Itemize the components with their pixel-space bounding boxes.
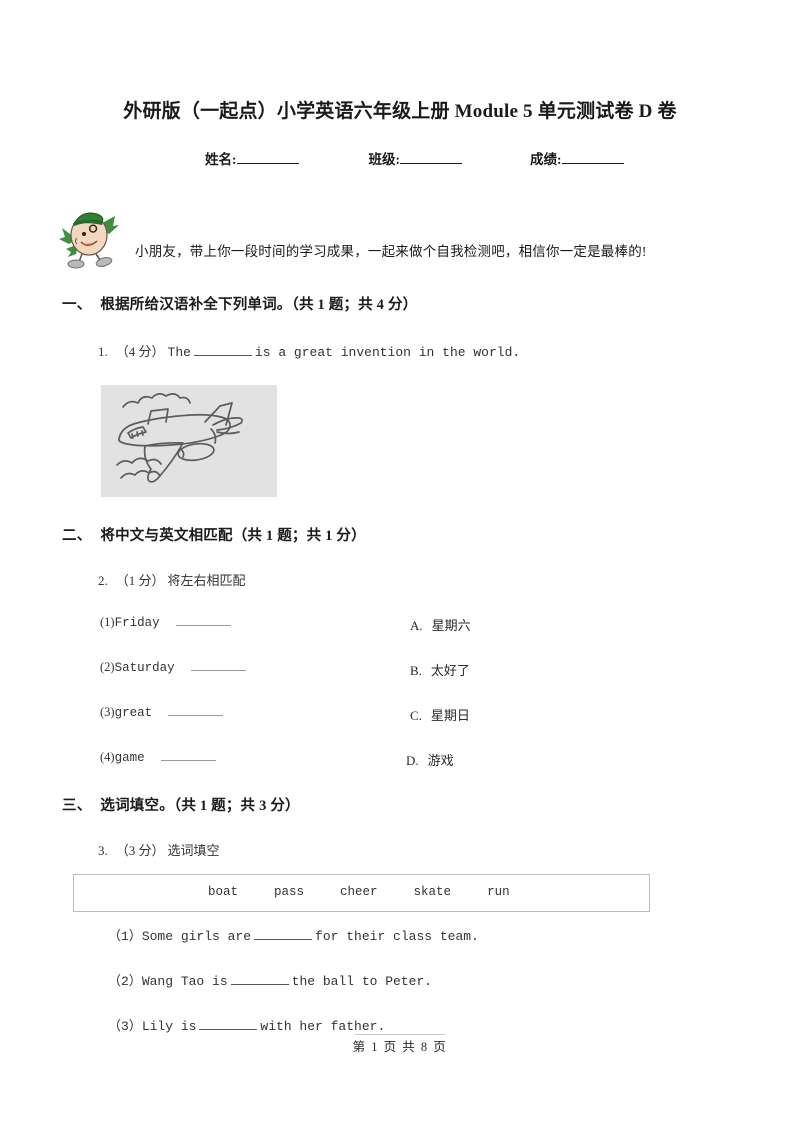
question-2-score: （1 分） — [115, 573, 165, 588]
fill-after-3: with her father. — [260, 1019, 386, 1034]
match-right-item-4: D. 游戏 — [406, 750, 454, 769]
name-blank[interactable] — [236, 150, 299, 164]
question-1-text-after: is a great invention in the world. — [254, 345, 521, 360]
score-field[interactable]: 成绩: — [530, 148, 624, 168]
match-left-index-4: (4) — [100, 750, 115, 764]
fill-before-3: Lily is — [141, 1019, 197, 1034]
match-right-letter-4: D. — [406, 753, 419, 768]
match-blank-1[interactable] — [175, 615, 231, 626]
word-bank-item-2: pass — [274, 885, 305, 899]
word-bank-list: boat pass cheer skate run — [208, 885, 510, 899]
fill-before-2: Wang Tao is — [141, 974, 228, 989]
word-bank-item-4: skate — [413, 885, 452, 899]
fill-index-2: （2） — [108, 974, 142, 989]
egg-mascot-icon — [57, 208, 123, 270]
match-right-letter-2: B. — [410, 663, 422, 678]
fill-blank-1[interactable] — [254, 928, 313, 940]
question-3-number: 3. — [98, 843, 108, 858]
question-3-score: （3 分） — [115, 843, 165, 858]
footer-divider — [355, 1034, 445, 1035]
question-2: 2. （1 分） 将左右相匹配 — [98, 570, 246, 589]
question-1-score: （4 分） — [115, 344, 165, 359]
question-1-number: 1. — [98, 344, 108, 359]
fill-item-1: （1）Some girls are for their class team. — [108, 925, 479, 944]
match-left-item-3: (3)great — [100, 705, 224, 720]
fill-index-3: （3） — [108, 1019, 142, 1034]
question-1: 1. （4 分） The is a great invention in the wo… — [98, 341, 520, 360]
intro-text: 小朋友，带上你一段时间的学习成果，一起来做个自我检测吧，相信你一定是最棒的! — [135, 244, 647, 259]
fill-index-1: （1） — [108, 929, 142, 944]
match-blank-2[interactable] — [190, 660, 246, 671]
section-1-title: 根据所给汉语补全下列单词。（共 1 题；共 4 分） — [100, 297, 418, 313]
class-label: 班级: — [368, 152, 401, 167]
class-field[interactable]: 班级: — [368, 148, 462, 168]
match-right-item-1: A. 星期六 — [410, 615, 471, 634]
score-label: 成绩: — [530, 152, 562, 167]
page-title: 外研版（一起点）小学英语六年级上册 Module 5 单元测试卷 D 卷 — [123, 101, 677, 122]
match-right-text-3: 星期日 — [430, 708, 470, 723]
match-right-text-4: 游戏 — [427, 753, 454, 768]
airplane-image — [101, 385, 277, 497]
fill-blank-2[interactable] — [230, 973, 289, 985]
match-left-word-2: Saturday — [114, 661, 175, 675]
match-right-text-1: 星期六 — [431, 618, 471, 633]
question-1-blank[interactable] — [193, 344, 252, 356]
name-field[interactable]: 姓名: — [205, 148, 299, 168]
match-right-text-2: 太好了 — [430, 663, 470, 678]
section-heading-1: 一、 根据所给汉语补全下列单词。（共 1 题；共 4 分） — [62, 293, 417, 314]
section-2-title: 将中文与英文相匹配（共 1 题；共 1 分） — [100, 528, 366, 544]
fill-item-2: （2）Wang Tao is the ball to Peter. — [108, 970, 432, 989]
section-3-number: 三、 — [62, 798, 92, 814]
intro-banner: 小朋友，带上你一段时间的学习成果，一起来做个自我检测吧，相信你一定是最棒的! — [57, 208, 757, 270]
page-footer: 第 1 页 共 8 页 — [352, 1040, 448, 1054]
name-label: 姓名: — [205, 152, 237, 167]
match-left-item-4: (4)game — [100, 750, 216, 765]
word-bank-box: boat pass cheer skate run — [73, 874, 650, 912]
score-blank[interactable] — [561, 150, 624, 164]
match-right-letter-3: C. — [410, 708, 422, 723]
section-heading-3: 三、 选词填空。（共 1 题；共 3 分） — [62, 794, 300, 815]
match-blank-4[interactable] — [160, 750, 216, 761]
match-right-item-3: C. 星期日 — [410, 705, 470, 724]
match-right-letter-1: A. — [410, 618, 423, 633]
fill-after-1: for their class team. — [315, 929, 479, 944]
class-blank[interactable] — [400, 150, 462, 164]
match-left-index-2: (2) — [100, 660, 115, 674]
word-bank-item-1: boat — [208, 885, 239, 899]
match-left-word-3: great — [114, 706, 153, 720]
match-left-word-1: Friday — [114, 616, 160, 630]
word-bank-item-5: run — [487, 885, 510, 899]
fill-blank-3[interactable] — [199, 1018, 258, 1030]
question-3-prompt: 选词填空 — [167, 843, 220, 858]
student-info-row: 姓名: 班级: 成绩: — [205, 148, 635, 168]
match-left-index-3: (3) — [100, 705, 115, 719]
match-left-index-1: (1) — [100, 615, 115, 629]
match-left-item-1: (1)Friday — [100, 615, 231, 630]
question-2-number: 2. — [98, 573, 108, 588]
question-3: 3. （3 分） 选词填空 — [98, 840, 220, 859]
exam-page: 外研版（一起点）小学英语六年级上册 Module 5 单元测试卷 D 卷 姓名:… — [0, 0, 800, 1132]
fill-before-1: Some girls are — [141, 929, 252, 944]
match-left-word-4: game — [114, 751, 145, 765]
section-3-title: 选词填空。（共 1 题；共 3 分） — [100, 798, 300, 814]
section-1-number: 一、 — [62, 297, 92, 313]
word-bank-item-3: cheer — [340, 885, 378, 899]
match-left-item-2: (2)Saturday — [100, 660, 246, 675]
fill-after-2: the ball to Peter. — [291, 974, 433, 989]
match-right-item-2: B. 太好了 — [410, 660, 470, 679]
section-2-number: 二、 — [62, 528, 92, 544]
question-2-prompt: 将左右相匹配 — [167, 573, 246, 588]
section-heading-2: 二、 将中文与英文相匹配（共 1 题；共 1 分） — [62, 524, 366, 545]
question-1-text-before: The — [167, 345, 191, 360]
match-blank-3[interactable] — [168, 705, 224, 716]
fill-item-3: （3）Lily is with her father. — [108, 1015, 385, 1034]
